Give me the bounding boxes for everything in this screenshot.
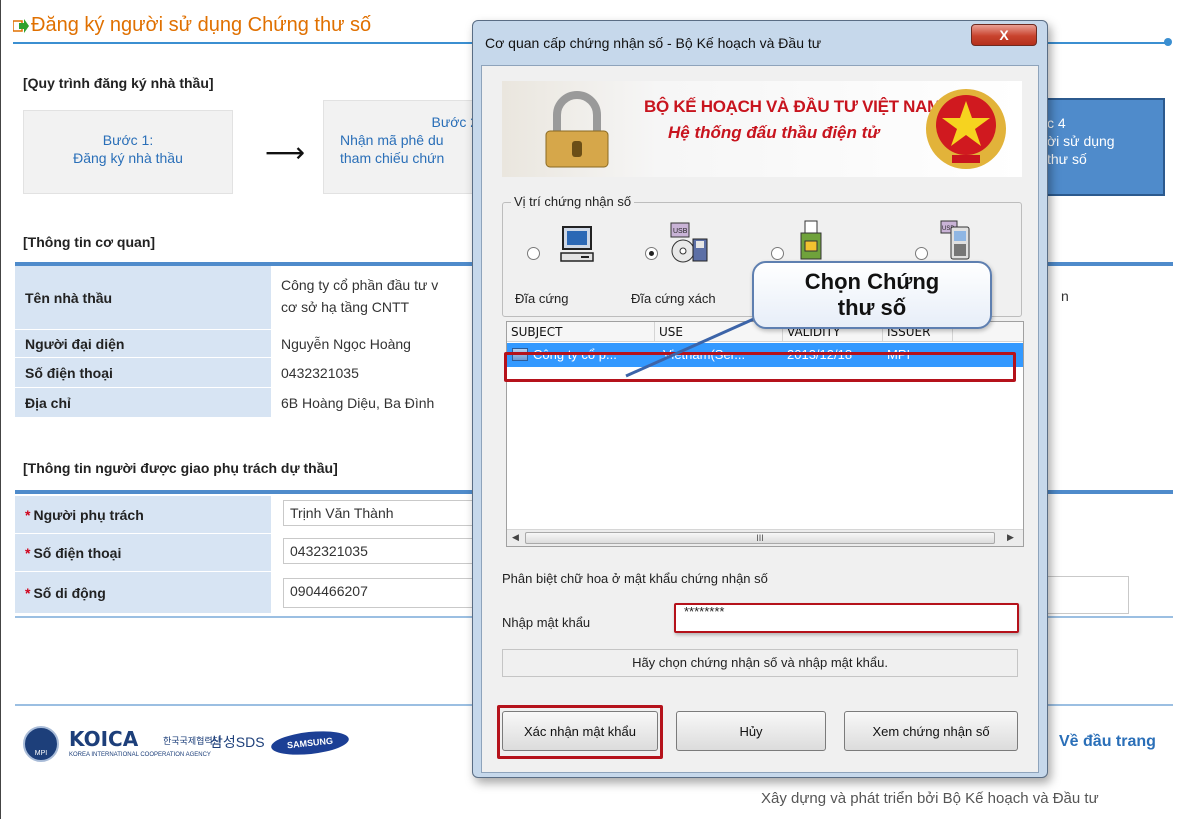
radio-usb-phone[interactable] bbox=[915, 247, 928, 260]
person-mobile-label: * Số di động bbox=[15, 572, 271, 613]
agency-heading: [Thông tin cơ quan] bbox=[23, 234, 156, 250]
step-4-line1: c 4 bbox=[1047, 115, 1066, 131]
footer-credit: Xây dựng và phát triển bởi Bộ Kế hoạch v… bbox=[761, 790, 1099, 807]
page-title: Đăng ký người sử dụng Chứng thư số bbox=[13, 14, 371, 37]
view-certificate-button[interactable]: Xem chứng nhận số bbox=[844, 711, 1018, 751]
koica-logo-subtitle: KOREA INTERNATIONAL COOPERATION AGENCY bbox=[69, 752, 211, 758]
password-input[interactable]: ******** bbox=[674, 603, 1019, 633]
step-2-line3: tham chiếu chứn bbox=[340, 150, 445, 166]
agency-name-right-fragment: n bbox=[1061, 288, 1069, 304]
computer-icon bbox=[560, 226, 594, 262]
agency-name-label: Tên nhà thầu bbox=[15, 266, 271, 329]
confirm-password-button[interactable]: Xác nhận mật khẩu bbox=[502, 711, 658, 751]
svg-text:USB: USB bbox=[673, 228, 688, 235]
device-label-hard-disk: Đĩa cứng bbox=[515, 291, 569, 306]
extra-input[interactable] bbox=[1047, 576, 1129, 614]
back-to-top-link[interactable]: Về đầu trang bbox=[1059, 733, 1156, 751]
step-2: Bước 2: Nhận mã phê du tham chiếu chứn bbox=[323, 100, 483, 194]
close-button[interactable]: X bbox=[971, 24, 1037, 46]
samsung-logo: SAMSUNG bbox=[270, 727, 350, 759]
required-mark: * bbox=[25, 506, 31, 523]
status-message: Hãy chọn chứng nhận số và nhập mật khẩu. bbox=[502, 649, 1018, 677]
agency-phone-label: Số điện thoại bbox=[15, 358, 271, 387]
person-name-label: * Người phụ trách bbox=[15, 496, 271, 533]
callout-line2: thư số bbox=[837, 295, 907, 320]
person-phone-label-text: Số điện thoại bbox=[33, 544, 122, 561]
callout-line1: Chọn Chứng bbox=[804, 269, 940, 294]
step-4-line2: ời sử dụng bbox=[1047, 133, 1115, 149]
usb-token-icon bbox=[800, 220, 822, 260]
title-divider-dot bbox=[1164, 38, 1172, 46]
case-sensitive-hint: Phân biệt chữ hoa ở mật khẩu chứng nhận … bbox=[502, 571, 768, 586]
person-heading: [Thông tin người được giao phụ trách dự … bbox=[23, 460, 338, 476]
step-2-line2: Nhận mã phê du bbox=[340, 132, 444, 148]
person-mobile-label-text: Số di động bbox=[33, 584, 106, 601]
scroll-left-icon[interactable]: ◀ bbox=[512, 532, 519, 543]
callout-pointer bbox=[625, 316, 757, 378]
step-1-line1: Bước 1: bbox=[102, 132, 154, 148]
process-heading: [Quy trình đăng ký nhà thầu] bbox=[23, 75, 214, 91]
step-2-line1: Bước 2: bbox=[431, 114, 482, 130]
dialog-title: Cơ quan cấp chứng nhận số - Bộ Kế hoạch … bbox=[485, 35, 822, 51]
national-emblem-icon bbox=[926, 89, 1006, 169]
usb-phone-icon: USB bbox=[940, 220, 970, 260]
person-phone-label: * Số điện thoại bbox=[15, 534, 271, 571]
person-phone-input[interactable]: 0432321035 bbox=[283, 538, 483, 564]
samsung-sds-logo: 삼성SDS bbox=[210, 734, 265, 750]
radio-removable-disk[interactable] bbox=[645, 247, 658, 260]
person-mobile-input[interactable]: 0904466207 bbox=[283, 578, 483, 608]
radio-usb-token[interactable] bbox=[771, 247, 784, 260]
scroll-thumb[interactable]: III bbox=[525, 532, 995, 544]
ministry-banner: BỘ KẾ HOẠCH VÀ ĐẦU TƯ VIỆT NAM Hệ thống … bbox=[502, 81, 1022, 177]
step-1-line2: Đăng ký nhà thầu bbox=[73, 150, 183, 166]
arrow-right-icon bbox=[13, 18, 29, 33]
person-name-input[interactable]: Trịnh Văn Thành bbox=[283, 500, 483, 526]
address-label: Địa chỉ bbox=[15, 388, 271, 417]
certificate-dialog: Cơ quan cấp chứng nhận số - Bộ Kế hoạch … bbox=[472, 20, 1048, 778]
required-mark: * bbox=[25, 544, 31, 561]
certificate-location-legend: Vị trí chứng nhận số bbox=[511, 194, 635, 209]
step-arrow: ⟶ bbox=[265, 137, 306, 168]
step-4: c 4 ời sử dụng thư số bbox=[1045, 98, 1165, 196]
callout-select-certificate: Chọn Chứng thư số bbox=[752, 261, 992, 329]
scroll-right-icon[interactable]: ▶ bbox=[1007, 532, 1014, 543]
device-label-removable-disk: Đĩa cứng xách bbox=[631, 291, 716, 306]
representative-label: Người đại diện bbox=[15, 330, 271, 357]
cancel-button[interactable]: Hủy bbox=[676, 711, 826, 751]
dialog-body: BỘ KẾ HOẠCH VÀ ĐẦU TƯ VIỆT NAM Hệ thống … bbox=[481, 65, 1039, 773]
person-name-label-text: Người phụ trách bbox=[33, 506, 144, 523]
padlock-icon bbox=[545, 91, 609, 168]
koica-logo: KOICA bbox=[69, 727, 139, 751]
radio-hard-disk[interactable] bbox=[527, 247, 540, 260]
required-mark: * bbox=[25, 584, 31, 601]
horizontal-scrollbar[interactable]: ◀ III ▶ bbox=[507, 529, 1023, 546]
usb-disk-icon: USB bbox=[670, 222, 708, 263]
scroll-grip: III bbox=[756, 533, 764, 543]
password-label: Nhập mật khẩu bbox=[502, 615, 591, 630]
banner-subtitle: Hệ thống đấu thầu điện tử bbox=[668, 123, 880, 142]
mpi-logo: MPI bbox=[23, 726, 59, 762]
step-4-line3: thư số bbox=[1047, 151, 1087, 167]
banner-title: BỘ KẾ HOẠCH VÀ ĐẦU TƯ VIỆT NAM bbox=[644, 97, 941, 116]
mpi-logo-text: MPI bbox=[34, 750, 48, 757]
step-1: Bước 1: Đăng ký nhà thầu bbox=[23, 110, 233, 194]
page-title-text: Đăng ký người sử dụng Chứng thư số bbox=[31, 14, 372, 36]
